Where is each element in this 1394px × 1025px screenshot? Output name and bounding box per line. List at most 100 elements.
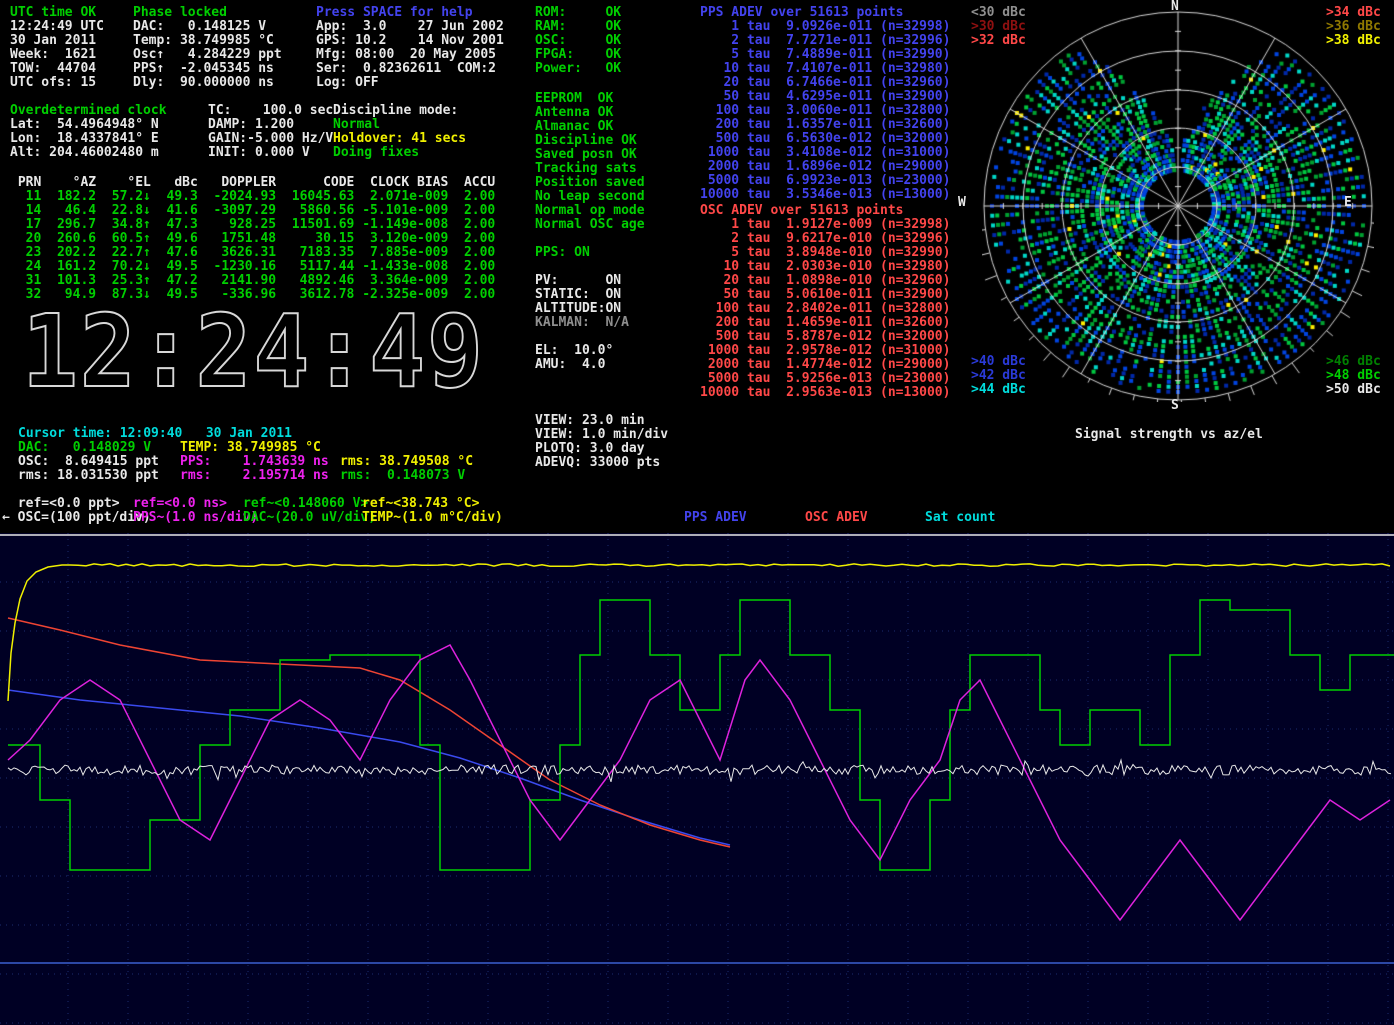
gpsstat-line-3: Discipline OK <box>535 134 645 148</box>
adev-row: 50 tau 5.0610e-011 (n=32900) <box>700 288 950 302</box>
adev-row: 5 tau 3.8948e-010 (n=32990) <box>700 246 950 260</box>
adev-row: 500 tau 5.8787e-012 (n=32000) <box>700 330 950 344</box>
devstat-line-4: Power: OK <box>535 62 621 76</box>
dbc-legend-item: >50 dBc <box>1326 383 1381 397</box>
phase-block: Phase lockedDAC: 0.148125 VTemp: 38.7499… <box>133 6 282 90</box>
dbc-legend-tl: <30 dBc>30 dBc>32 dBc <box>971 6 1026 48</box>
adev-row: 1 tau 1.9127e-009 (n=32998) <box>700 218 950 232</box>
dbc-legend-item: >46 dBc <box>1326 355 1381 369</box>
dbc-legend-item: >40 dBc <box>971 355 1026 369</box>
gpsstat-line-8: Normal op mode <box>535 204 645 218</box>
sat-row: 17 296.7 34.8↑ 47.3 928.25 11501.69 -1.1… <box>10 218 495 232</box>
gpsstat-line-6: Position saved <box>535 176 645 190</box>
adev-row: 10000 tau 3.5346e-013 (n=13000) <box>700 188 950 202</box>
dbc-legend-br: >46 dBc>48 dBc>50 dBc <box>1326 355 1381 397</box>
utc-line-4: UTC ofs: 15 <box>10 76 104 90</box>
view-line-0: VIEW: 23.0 min <box>535 414 668 428</box>
sat-table-header: PRN °AZ °EL dBc DOPPLER CODE CLOCK BIAS … <box>10 176 495 190</box>
devstat-line-2: OSC: OK <box>535 34 621 48</box>
gpsstat-line-5: Tracking sats <box>535 162 645 176</box>
discipline-block: Discipline mode:NormalHoldover: 41 secsD… <box>333 104 466 160</box>
dbc-legend-item: >48 dBc <box>1326 369 1381 383</box>
ref-label-segment: ref=<0.0 ns> <box>133 497 227 511</box>
gpsstat-line-1: Antenna OK <box>535 106 645 120</box>
satellite-table: PRN °AZ °EL dBc DOPPLER CODE CLOCK BIAS … <box>10 176 495 302</box>
ref-label-segment: ref~<38.743 °C> <box>362 497 479 511</box>
cursor-readout-segment: PPS: 1.743639 ns <box>180 455 329 469</box>
gpsstat-line-4: Saved posn OK <box>535 148 645 162</box>
view-block: VIEW: 23.0 minVIEW: 1.0 min/divPLOTQ: 3.… <box>535 414 668 470</box>
utc-line-1: 30 Jan 2011 <box>10 34 104 48</box>
help-line-4: Log: OFF <box>316 76 504 90</box>
utc-line-3: TOW: 44704 <box>10 62 104 76</box>
pps-adev-title: PPS ADEV over 51613 points <box>700 6 950 20</box>
discipline-line-1: Holdover: 41 secs <box>333 132 466 146</box>
cursor-readout-segment: rms: 2.195714 ns <box>180 469 329 483</box>
odclock-line-0: Lat: 54.4964948° N <box>10 118 167 132</box>
loop-line-1: DAMP: 1.200 <box>208 118 333 132</box>
ref-label-segment: PPS ADEV <box>684 511 747 525</box>
gpsstat-line-7: No leap second <box>535 190 645 204</box>
discipline-line-2: Doing fixes <box>333 146 466 160</box>
flags-line-2: ALTITUDE:ON <box>535 302 629 316</box>
loop-line-0: TC: 100.0 sec <box>208 104 333 118</box>
adev-row: 50 tau 4.6295e-011 (n=32900) <box>700 90 950 104</box>
cursor-readout-segment: rms: 38.749508 °C <box>340 455 473 469</box>
osc-adev-list: OSC ADEV over 51613 points 1 tau 1.9127e… <box>700 204 950 400</box>
help-header: Press SPACE for help <box>316 6 504 20</box>
ref-label-segment: TEMP~(1.0 m°C/div) <box>362 511 503 525</box>
compass-west-label: W <box>958 196 966 210</box>
sat-row: 23 202.2 22.7↑ 47.6 3626.31 7183.35 7.88… <box>10 246 495 260</box>
adev-row: 2000 tau 1.6896e-012 (n=29000) <box>700 160 950 174</box>
ppson-line-0: PPS: ON <box>535 246 590 260</box>
adev-row: 2 tau 9.6217e-010 (n=32996) <box>700 232 950 246</box>
cursor-readout-segment: OSC: 8.649415 ppt <box>18 455 159 469</box>
flags-line-1: STATIC: ON <box>535 288 629 302</box>
gpsstat-line-9: Normal OSC age <box>535 218 645 232</box>
devstat-line-0: ROM: OK <box>535 6 621 20</box>
signal-strength-polar-map <box>982 10 1374 402</box>
phase-line-4: Dly: 90.000000 ns <box>133 76 282 90</box>
compass-north-label: N <box>1171 0 1179 14</box>
phase-line-2: Osc↑ 4.284229 ppt <box>133 48 282 62</box>
dbc-legend-item: >38 dBc <box>1326 34 1381 48</box>
flags-line-0: PV: ON <box>535 274 629 288</box>
adev-row: 10 tau 7.4107e-011 (n=32980) <box>700 62 950 76</box>
help-line-0: App: 3.0 27 Jun 2002 <box>316 20 504 34</box>
loop-line-2: GAIN:-5.000 Hz/V <box>208 132 333 146</box>
elamu-line-0: EL: 10.0° <box>535 344 613 358</box>
sat-row: 14 46.4 22.8↓ 41.6 -3097.29 5860.56 -5.1… <box>10 204 495 218</box>
digital-clock: 12:24:49 <box>22 302 485 402</box>
help-line-3: Ser: 0.82362611 COM:2 <box>316 62 504 76</box>
elamu-block: EL: 10.0°AMU: 4.0 <box>535 344 613 372</box>
adev-row: 1000 tau 2.9578e-012 (n=31000) <box>700 344 950 358</box>
adev-row: 5 tau 7.4889e-011 (n=32990) <box>700 48 950 62</box>
pps-adev-list: PPS ADEV over 51613 points 1 tau 9.0926e… <box>700 6 950 202</box>
cursor-readout-segment: Cursor time: 12:09:40 30 Jan 2011 <box>18 427 292 441</box>
compass-south-label: S <box>1171 399 1179 413</box>
adev-row: 500 tau 6.5630e-012 (n=32000) <box>700 132 950 146</box>
phase-line-3: PPS↑ -2.045345 ns <box>133 62 282 76</box>
ref-label-segment: Sat count <box>925 511 995 525</box>
loop-line-3: INIT: 0.000 V <box>208 146 333 160</box>
sat-row: 20 260.6 60.5↑ 49.6 1751.48 30.15 3.120e… <box>10 232 495 246</box>
adev-row: 200 tau 1.4659e-011 (n=32600) <box>700 316 950 330</box>
utc-header: UTC time OK <box>10 6 104 20</box>
view-line-1: VIEW: 1.0 min/div <box>535 428 668 442</box>
ref-label-segment: OSC ADEV <box>805 511 868 525</box>
cursor-readout-segment: TEMP: 38.749985 °C <box>180 441 321 455</box>
gpsstat-block: EEPROM OKAntenna OKAlmanac OKDiscipline … <box>535 92 645 232</box>
history-plot-area[interactable] <box>0 533 1394 1025</box>
adev-row: 10 tau 2.0303e-010 (n=32980) <box>700 260 950 274</box>
compass-east-label: E <box>1344 196 1352 210</box>
sat-row: 11 182.2 57.2↓ 49.3 -2024.93 16045.63 2.… <box>10 190 495 204</box>
dbc-legend-item: >30 dBc <box>971 20 1026 34</box>
adev-row: 5000 tau 5.9256e-013 (n=23000) <box>700 372 950 386</box>
help-line-1: GPS: 10.2 14 Nov 2001 <box>316 34 504 48</box>
dbc-legend-item: >32 dBc <box>971 34 1026 48</box>
adev-row: 20 tau 1.0898e-010 (n=32960) <box>700 274 950 288</box>
ref-label-segment: ← OSC=(100 ppt/div) <box>2 511 151 525</box>
phase-line-0: DAC: 0.148125 V <box>133 20 282 34</box>
help-block: Press SPACE for helpApp: 3.0 27 Jun 2002… <box>316 6 504 90</box>
dbc-legend-item: >36 dBc <box>1326 20 1381 34</box>
